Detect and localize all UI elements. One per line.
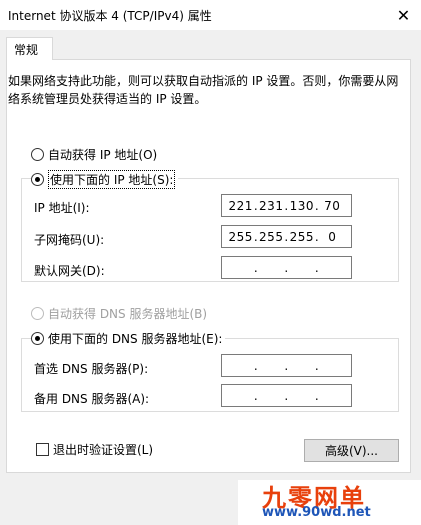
tab-general-label: 常规 (14, 43, 39, 57)
octet: 231 (259, 198, 284, 213)
ip-auto-option[interactable]: 自动获得 IP 地址(O) (31, 146, 157, 163)
advanced-button[interactable]: 高级(V)... (304, 439, 399, 462)
preferred-dns-input[interactable]: . . . (221, 354, 352, 377)
dns-auto-radio[interactable] (31, 307, 44, 320)
window-title: Internet 协议版本 4 (TCP/IPv4) 属性 (8, 9, 212, 23)
octet: 0 (328, 229, 337, 244)
ip-manual-radio[interactable] (31, 173, 44, 186)
octet-dot: . (314, 260, 320, 275)
octet: 255 (289, 229, 314, 244)
subnet-mask-label: 子网掩码(U): (34, 233, 105, 247)
watermark-url: www.90wd.net (262, 505, 371, 520)
dns-auto-option[interactable]: 自动获得 DNS 服务器地址(B) (31, 305, 207, 322)
dns-auto-label: 自动获得 DNS 服务器地址(B) (48, 307, 208, 321)
close-icon: ✕ (396, 5, 411, 25)
octet-dot: . (314, 358, 320, 373)
octet-dot: . (314, 388, 320, 403)
octet: 221 (228, 198, 253, 213)
octet: 130 (289, 198, 314, 213)
alternate-dns-label: 备用 DNS 服务器(A): (34, 392, 150, 406)
octet-dot: . (253, 260, 259, 275)
ip-address-label: IP 地址(I): (34, 201, 90, 215)
dns-manual-option[interactable]: 使用下面的 DNS 服务器地址(E): (31, 330, 226, 347)
ip-manual-option[interactable]: 使用下面的 IP 地址(S): (31, 170, 179, 189)
default-gateway-input[interactable]: . . . (221, 256, 352, 279)
preferred-dns-label: 首选 DNS 服务器(P): (34, 362, 149, 376)
octet: 70 (324, 198, 341, 213)
dns-manual-radio[interactable] (31, 332, 44, 345)
subnet-mask-input[interactable]: 255. 255. 255. 0 (221, 225, 352, 248)
alternate-dns-input[interactable]: . . . (221, 384, 352, 407)
tab-general[interactable]: 常规 (6, 37, 53, 60)
octet-dot: . (284, 260, 289, 275)
validate-settings-label: 退出时验证设置(L) (53, 443, 154, 457)
octet: 255 (259, 229, 284, 244)
dns-manual-label: 使用下面的 DNS 服务器地址(E): (48, 332, 223, 346)
ip-manual-label: 使用下面的 IP 地址(S): (48, 170, 176, 189)
close-button[interactable]: ✕ (386, 0, 421, 30)
validate-settings-checkbox[interactable] (36, 443, 49, 456)
octet-dot: . (284, 388, 289, 403)
octet-dot: . (253, 358, 259, 373)
default-gateway-label: 默认网关(D): (34, 264, 105, 278)
ip-auto-label: 自动获得 IP 地址(O) (48, 148, 158, 162)
advanced-button-label: 高级(V)... (324, 444, 379, 458)
octet: 255 (228, 229, 253, 244)
octet-dot: . (253, 388, 259, 403)
description-text: 如果网络支持此功能，则可以获取自动指派的 IP 设置。否则，你需要从网络系统管理… (8, 74, 399, 106)
validate-settings-option[interactable]: 退出时验证设置(L) (36, 441, 153, 458)
ip-auto-radio[interactable] (31, 148, 44, 161)
octet-dot: . (284, 358, 289, 373)
ip-address-input[interactable]: 221. 231. 130. 70 (221, 194, 352, 217)
